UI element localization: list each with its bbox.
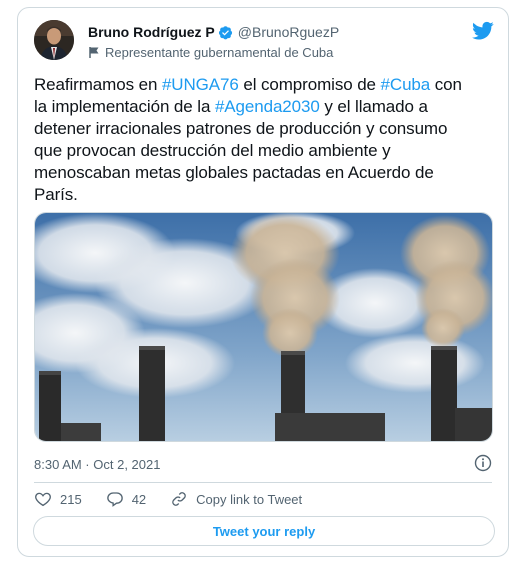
tweet-header: Bruno Rodríguez P @BrunoRguezP Represent… (34, 20, 494, 64)
tweet-text-segment: el compromiso de (238, 75, 381, 94)
tweet-text-segment: y el llamado a (319, 97, 428, 116)
tweet-text-line: París. (34, 184, 498, 206)
name-line: Bruno Rodríguez P @BrunoRguezP (88, 24, 339, 40)
reply-count: 42 (131, 491, 147, 507)
tweet-text-segment: que provocan destrucción del medio ambie… (34, 141, 391, 160)
tweet-text: Reafirmamos en #UNGA76 el compromiso de … (34, 74, 498, 206)
hashtag-link[interactable]: #Agenda2030 (215, 97, 320, 116)
reply-bubble-icon[interactable] (106, 490, 124, 508)
timestamp[interactable]: 8:30 AM · Oct 2, 2021 (34, 457, 160, 472)
like-action[interactable]: 215 (34, 490, 82, 508)
tweet-card: Bruno Rodríguez P @BrunoRguezP Represent… (17, 7, 509, 557)
tweet-meta: 8:30 AM · Oct 2, 2021 (34, 454, 492, 476)
copy-link-label: Copy link to Tweet (196, 491, 303, 507)
copy-link-action[interactable]: Copy link to Tweet (170, 490, 302, 508)
government-label: Representante gubernamental de Cuba (88, 45, 333, 60)
display-name[interactable]: Bruno Rodríguez P (88, 24, 215, 40)
tweet-text-line: Reafirmamos en #UNGA76 el compromiso de … (34, 74, 498, 96)
tweet-text-segment: la implementación de la (34, 97, 215, 116)
hashtag-link[interactable]: #UNGA76 (162, 75, 239, 94)
link-icon[interactable] (170, 490, 188, 508)
tweet-text-line: detener irracionales patrones de producc… (34, 118, 498, 140)
reply-action[interactable]: 42 (106, 490, 146, 508)
like-count: 215 (60, 491, 82, 507)
heart-icon[interactable] (34, 490, 52, 508)
tweet-text-segment: menoscaban metas globales pactadas en Ac… (34, 163, 434, 182)
twitter-bird-icon[interactable] (472, 21, 494, 41)
action-bar: 215 42 Copy link to Tweet (34, 488, 492, 510)
flag-icon (88, 46, 101, 59)
verified-badge-icon (218, 25, 233, 40)
tweet-text-segment: París. (34, 185, 78, 204)
tweet-text-line: que provocan destrucción del medio ambie… (34, 140, 498, 162)
divider (34, 482, 492, 483)
tweet-text-line: la implementación de la #Agenda2030 y el… (34, 96, 498, 118)
tweet-text-segment: con (430, 75, 462, 94)
tweet-text-segment: Reafirmamos en (34, 75, 162, 94)
info-icon[interactable] (474, 454, 492, 472)
tweet-text-segment: detener irracionales patrones de producc… (34, 119, 448, 138)
government-label-text: Representante gubernamental de Cuba (105, 45, 334, 60)
hashtag-link[interactable]: #Cuba (381, 75, 431, 94)
handle[interactable]: @BrunoRguezP (238, 24, 339, 40)
avatar[interactable] (34, 20, 74, 60)
tweet-image[interactable] (34, 212, 493, 442)
tweet-your-reply-button[interactable]: Tweet your reply (33, 516, 495, 546)
tweet-text-line: menoscaban metas globales pactadas en Ac… (34, 162, 498, 184)
